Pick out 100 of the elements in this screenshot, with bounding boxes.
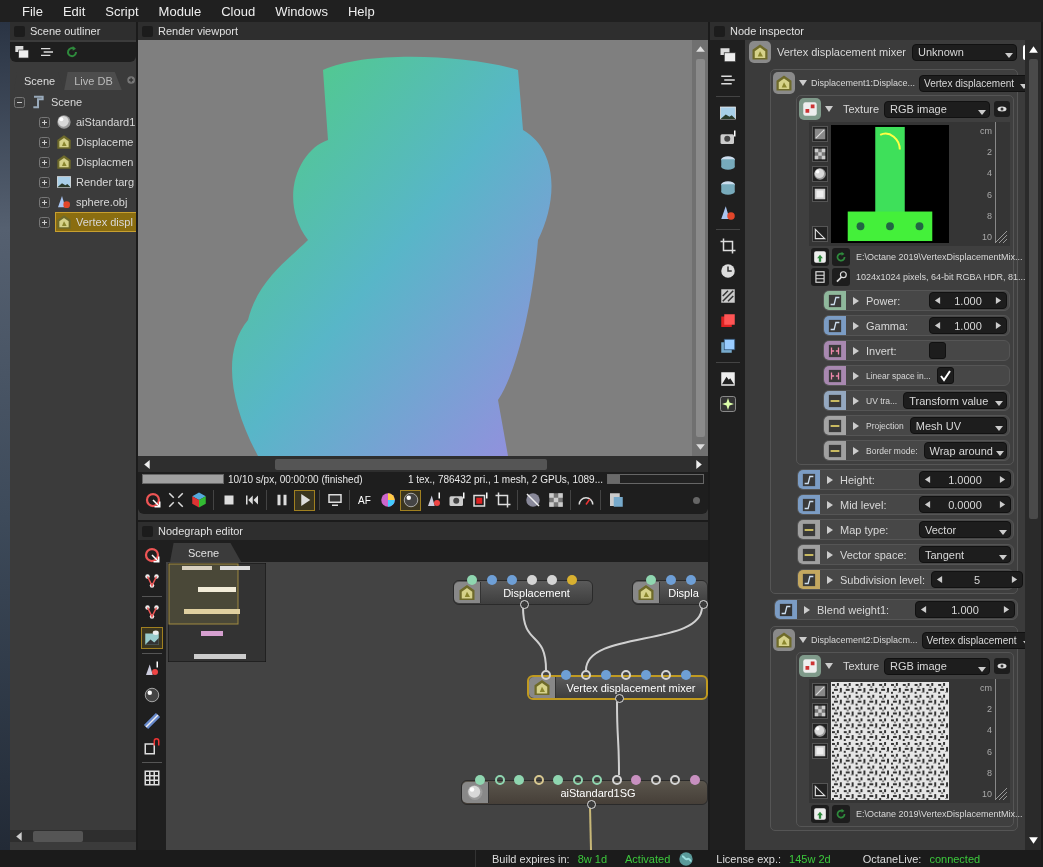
- input-pin[interactable]: [553, 775, 563, 785]
- parameter-pin[interactable]: [824, 416, 846, 435]
- graph-node[interactable]: Vertex displacement mixer: [527, 675, 708, 700]
- tree-item[interactable]: Render targ: [56, 173, 136, 191]
- expand-arrow-icon[interactable]: [852, 321, 860, 330]
- input-pin[interactable]: [592, 775, 602, 785]
- input-pin[interactable]: [541, 670, 551, 680]
- input-pin[interactable]: [666, 575, 676, 585]
- sphere-icon[interactable]: [812, 166, 828, 182]
- crop-icon[interactable]: [718, 237, 737, 255]
- expand-arrow-icon[interactable]: [826, 475, 834, 484]
- decrement-arrow-icon[interactable]: [920, 606, 927, 613]
- toolbar-button[interactable]: AF: [354, 489, 375, 511]
- number-spinner[interactable]: 1.0000: [919, 471, 1011, 488]
- input-pin[interactable]: [507, 575, 517, 585]
- scrollbar-thumb[interactable]: [275, 458, 547, 470]
- input-pin[interactable]: [631, 775, 641, 785]
- square-icon[interactable]: [812, 186, 828, 202]
- dropdown[interactable]: Unknown: [912, 43, 1017, 61]
- node-type-button[interactable]: [749, 41, 771, 63]
- horizontal-scrollbar[interactable]: [138, 456, 708, 472]
- parameter-pin[interactable]: [824, 316, 846, 335]
- scroll-down-icon[interactable]: [1027, 835, 1039, 846]
- decrement-arrow-icon[interactable]: [934, 322, 941, 329]
- minus-icon[interactable]: [14, 96, 25, 108]
- parameter-pin[interactable]: [824, 341, 846, 360]
- parameter-pin[interactable]: [798, 495, 820, 514]
- diagonal-icon[interactable]: [812, 683, 828, 699]
- dropdown[interactable]: RGB image: [884, 657, 990, 675]
- input-pin[interactable]: [651, 775, 661, 785]
- input-pin[interactable]: [561, 670, 571, 680]
- dropdown[interactable]: Mesh UV: [909, 417, 1007, 434]
- input-pin[interactable]: [547, 575, 557, 585]
- menu-item[interactable]: File: [12, 0, 53, 22]
- expand-arrow-icon[interactable]: [825, 105, 833, 113]
- plus-icon[interactable]: [39, 216, 50, 228]
- checker-icon[interactable]: [812, 703, 828, 719]
- parameter-pin[interactable]: [775, 600, 797, 619]
- tree-item[interactable]: Scene: [51, 96, 83, 108]
- eye-button[interactable]: [994, 658, 1010, 674]
- scrollbar-thumb[interactable]: [1028, 59, 1038, 519]
- input-pin[interactable]: [567, 575, 577, 585]
- menu-item[interactable]: Module: [148, 0, 212, 22]
- tab[interactable]: Scene: [170, 543, 242, 562]
- increment-arrow-icon[interactable]: [999, 501, 1006, 508]
- resize-grip-icon[interactable]: [994, 787, 1008, 801]
- number-spinner[interactable]: 0.0000: [919, 496, 1011, 513]
- square-icon[interactable]: [812, 743, 828, 759]
- mountain-icon[interactable]: [718, 370, 737, 388]
- input-pin[interactable]: [487, 575, 497, 585]
- parameter-pin[interactable]: [798, 545, 820, 564]
- parameter-pin[interactable]: [798, 520, 820, 539]
- expand-arrow-icon[interactable]: [799, 636, 807, 644]
- increment-arrow-icon[interactable]: [995, 322, 1002, 329]
- dropdown[interactable]: Vertex displacement: [919, 74, 1025, 92]
- scroll-left-icon[interactable]: [142, 458, 153, 470]
- triangle-ruler-icon[interactable]: [812, 783, 828, 799]
- add-icon[interactable]: [125, 74, 136, 86]
- parameter-pin[interactable]: [824, 366, 846, 385]
- plus-icon[interactable]: [39, 176, 50, 188]
- reload-button[interactable]: [832, 805, 850, 823]
- input-pin[interactable]: [573, 775, 583, 785]
- input-pin[interactable]: [641, 670, 651, 680]
- input-pin[interactable]: [581, 670, 591, 680]
- dropdown[interactable]: RGB image: [884, 100, 990, 118]
- decrement-arrow-icon[interactable]: [936, 576, 943, 583]
- tree-item[interactable]: sphere.obj: [56, 193, 136, 211]
- decrement-arrow-icon[interactable]: [924, 501, 931, 508]
- minimap-drawing[interactable]: [168, 563, 266, 662]
- dropdown[interactable]: Transform value: [903, 392, 1007, 409]
- layers-icon[interactable]: [718, 337, 737, 355]
- expand-arrow-icon[interactable]: [825, 662, 833, 670]
- expand-arrow-icon[interactable]: [852, 371, 860, 380]
- input-pin[interactable]: [646, 575, 656, 585]
- increment-arrow-icon[interactable]: [1011, 576, 1018, 583]
- number-spinner[interactable]: 1.000: [929, 317, 1007, 334]
- decrement-arrow-icon[interactable]: [924, 476, 931, 483]
- checker-icon[interactable]: [812, 146, 828, 162]
- sphere-button[interactable]: [400, 489, 421, 511]
- scrollbar-thumb[interactable]: [33, 830, 83, 842]
- expand-arrow-icon[interactable]: [799, 79, 807, 87]
- vertical-scrollbar[interactable]: [1025, 40, 1041, 850]
- tree-item[interactable]: Displaceme: [56, 133, 136, 151]
- dropdown[interactable]: Vertex displacement: [921, 631, 1025, 649]
- menu-item[interactable]: Cloud: [211, 0, 266, 22]
- plus-icon[interactable]: [39, 156, 50, 168]
- horizontal-scrollbar[interactable]: [10, 830, 136, 842]
- menu-item[interactable]: Windows: [265, 0, 338, 22]
- number-spinner[interactable]: 5: [931, 571, 1023, 588]
- landscape-image-icon[interactable]: [718, 104, 737, 122]
- input-pin[interactable]: [495, 775, 505, 785]
- parameter-pin[interactable]: [824, 441, 846, 460]
- triangle-ruler-icon[interactable]: [812, 226, 828, 242]
- dropdown[interactable]: Vector: [919, 521, 1011, 538]
- texture-button[interactable]: [799, 655, 821, 677]
- cone-sphere-icon[interactable]: [718, 204, 737, 222]
- menu-item[interactable]: Edit: [52, 0, 96, 22]
- expand-arrow-icon[interactable]: [852, 296, 860, 305]
- menu-item[interactable]: Help: [337, 0, 385, 22]
- vertical-scrollbar[interactable]: [692, 40, 708, 456]
